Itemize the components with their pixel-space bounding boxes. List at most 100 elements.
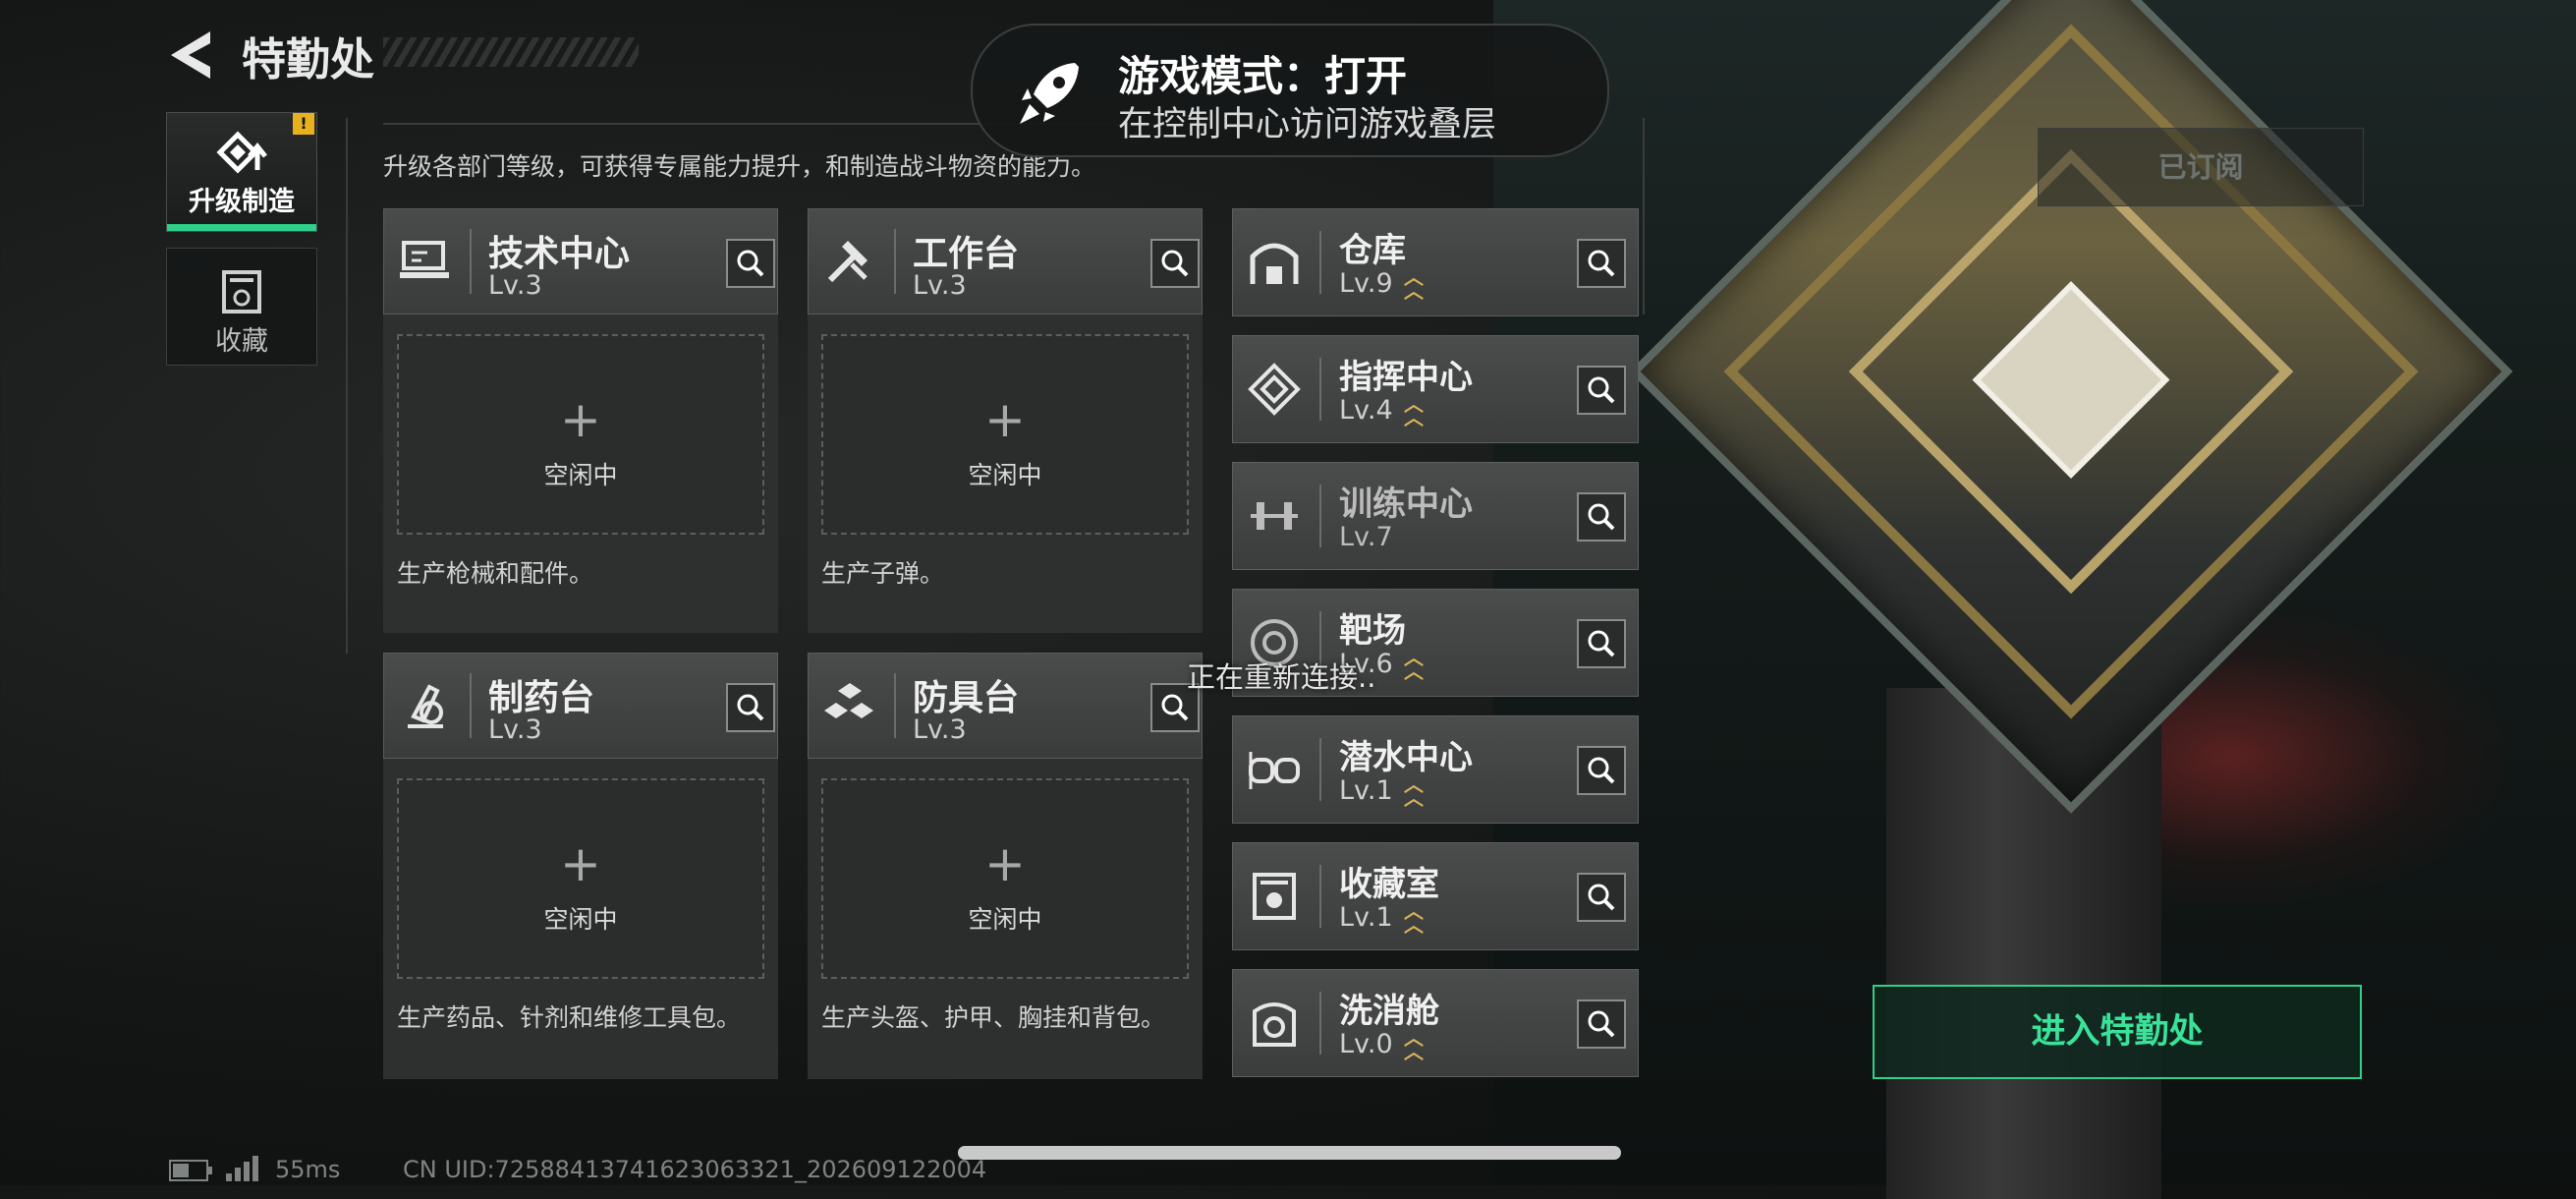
upgrade-arrow-icon: ︿ ︿ bbox=[1404, 899, 1424, 937]
divider bbox=[894, 229, 896, 294]
title-decoration bbox=[383, 37, 639, 67]
back-arrow-icon[interactable] bbox=[165, 28, 214, 83]
facility-card-workbench: 工作台 Lv.3 + 空闲中 生产子弹。 bbox=[808, 208, 1203, 633]
facility-name: 工作台 bbox=[913, 234, 1020, 274]
tab-collection[interactable]: 收藏 bbox=[166, 248, 317, 366]
search-button[interactable] bbox=[1577, 492, 1626, 542]
notification-subtitle: 在控制中心访问游戏叠层 bbox=[1118, 105, 1497, 144]
collection-room-icon bbox=[1253, 873, 1296, 920]
department-level: Lv.1 bbox=[1339, 902, 1393, 933]
search-button[interactable] bbox=[1577, 239, 1626, 288]
search-button[interactable] bbox=[1577, 873, 1626, 922]
facility-header[interactable]: 制药台 Lv.3 bbox=[383, 653, 778, 759]
tab-upgrade-manufacture[interactable]: ! 升级制造 bbox=[166, 112, 317, 232]
production-description: 生产枪械和配件。 bbox=[397, 559, 594, 588]
home-indicator[interactable] bbox=[958, 1146, 1621, 1160]
production-description: 生产子弹。 bbox=[821, 559, 945, 588]
search-button[interactable] bbox=[1150, 239, 1200, 288]
plus-icon: + bbox=[560, 391, 601, 448]
command-center-icon bbox=[1248, 363, 1301, 416]
training-center-icon bbox=[1251, 502, 1298, 530]
production-slot[interactable]: + 空闲中 bbox=[821, 778, 1189, 979]
department-row-training-center[interactable]: 训练中心 Lv.7 bbox=[1232, 462, 1639, 570]
production-slot[interactable]: + 空闲中 bbox=[397, 778, 764, 979]
upgrade-arrow-icon: ︿ ︿ bbox=[1404, 392, 1424, 429]
department-level: Lv.7 bbox=[1339, 522, 1393, 552]
tech-center-icon bbox=[400, 241, 449, 278]
frame-line-left bbox=[346, 118, 348, 654]
upgrade-icon bbox=[216, 131, 267, 174]
subscribed-button[interactable]: 已订阅 bbox=[2038, 128, 2364, 206]
enter-special-ops-button[interactable]: 进入特勤处 bbox=[1873, 985, 2362, 1079]
divider bbox=[1319, 992, 1321, 1055]
plus-icon: + bbox=[984, 391, 1026, 448]
department-level: Lv.0 bbox=[1339, 1029, 1393, 1059]
search-button[interactable] bbox=[726, 239, 775, 288]
facility-header[interactable]: 技术中心 Lv.3 bbox=[383, 208, 778, 314]
slot-status: 空闲中 bbox=[968, 461, 1042, 489]
department-row-command-center[interactable]: 指挥中心 Lv.4 ︿ ︿ bbox=[1232, 335, 1639, 443]
slot-status: 空闲中 bbox=[968, 905, 1042, 934]
page-description: 升级各部门等级，可获得专属能力提升，和制造战斗物资的能力。 bbox=[383, 152, 1096, 181]
search-button[interactable] bbox=[1577, 746, 1626, 795]
upgrade-arrow-icon: ︿ ︿ bbox=[1404, 1026, 1424, 1063]
department-row-warehouse[interactable]: 仓库 Lv.9 ︿ ︿ bbox=[1232, 208, 1639, 316]
search-button[interactable] bbox=[726, 683, 775, 732]
search-button[interactable] bbox=[1577, 619, 1626, 668]
diving-center-icon bbox=[1249, 752, 1300, 789]
production-slot[interactable]: + 空闲中 bbox=[397, 334, 764, 535]
page-title: 特勤处 bbox=[242, 33, 375, 86]
facility-name: 制药台 bbox=[488, 678, 595, 718]
tab-label: 升级制造 bbox=[189, 187, 295, 217]
warehouse-icon bbox=[1250, 243, 1299, 284]
department-name: 训练中心 bbox=[1339, 485, 1473, 524]
search-icon bbox=[1588, 630, 1615, 657]
department-name: 仓库 bbox=[1339, 231, 1406, 270]
facility-card-tech-center: 技术中心 Lv.3 + 空闲中 生产枪械和配件。 bbox=[383, 208, 778, 633]
department-level: Lv.4 bbox=[1339, 395, 1393, 426]
upgrade-arrow-icon: ︿ ︿ bbox=[1404, 646, 1424, 683]
facility-name: 技术中心 bbox=[488, 234, 631, 274]
frame-line-right bbox=[1643, 118, 1645, 314]
search-icon bbox=[737, 250, 764, 277]
collection-icon bbox=[222, 270, 261, 314]
department-name: 收藏室 bbox=[1339, 865, 1439, 904]
department-name: 靶场 bbox=[1339, 611, 1406, 651]
upgrade-arrow-icon: ︿ ︿ bbox=[1404, 772, 1424, 810]
facility-card-armor-bench: 防具台 Lv.3 + 空闲中 生产头盔、护甲、胸挂和背包。 bbox=[808, 653, 1203, 1079]
divider bbox=[1319, 231, 1321, 294]
search-icon bbox=[1588, 250, 1615, 277]
production-slot[interactable]: + 空闲中 bbox=[821, 334, 1189, 535]
plus-icon: + bbox=[984, 835, 1026, 892]
facility-header[interactable]: 防具台 Lv.3 bbox=[808, 653, 1203, 759]
facility-name: 防具台 bbox=[913, 678, 1020, 718]
workbench-icon bbox=[827, 241, 868, 283]
department-name: 潜水中心 bbox=[1339, 738, 1473, 777]
divider bbox=[894, 673, 896, 738]
divider bbox=[470, 673, 472, 738]
slot-status: 空闲中 bbox=[543, 905, 618, 934]
divider bbox=[1319, 485, 1321, 547]
department-level: Lv.1 bbox=[1339, 775, 1393, 806]
plus-icon: + bbox=[560, 835, 601, 892]
divider bbox=[1319, 738, 1321, 801]
search-button[interactable] bbox=[1577, 366, 1626, 415]
search-icon bbox=[737, 694, 764, 721]
tab-label: 收藏 bbox=[215, 326, 268, 357]
search-icon bbox=[1588, 757, 1615, 784]
reconnecting-status: 正在重新连接.. bbox=[1187, 660, 1376, 694]
divider bbox=[1319, 358, 1321, 421]
department-row-diving-center[interactable]: 潜水中心 Lv.1 ︿ ︿ bbox=[1232, 715, 1639, 824]
game-mode-notification[interactable]: 游戏模式：打开 在控制中心访问游戏叠层 bbox=[971, 24, 1609, 157]
facility-card-pharmacy: 制药台 Lv.3 + 空闲中 生产药品、针剂和维修工具包。 bbox=[383, 653, 778, 1079]
search-icon bbox=[1588, 503, 1615, 531]
upgrade-arrow-icon: ︿ ︿ bbox=[1404, 265, 1424, 303]
department-row-decon-chamber[interactable]: 洗消舱 Lv.0 ︿ ︿ bbox=[1232, 969, 1639, 1077]
search-button[interactable] bbox=[1577, 999, 1626, 1049]
facility-header[interactable]: 工作台 Lv.3 bbox=[808, 208, 1203, 314]
notification-title: 游戏模式：打开 bbox=[1118, 52, 1408, 100]
department-row-collection-room[interactable]: 收藏室 Lv.1 ︿ ︿ bbox=[1232, 842, 1639, 950]
department-level: Lv.9 bbox=[1339, 268, 1393, 299]
search-icon bbox=[1588, 884, 1615, 911]
production-description: 生产头盔、护甲、胸挂和背包。 bbox=[821, 1003, 1166, 1032]
